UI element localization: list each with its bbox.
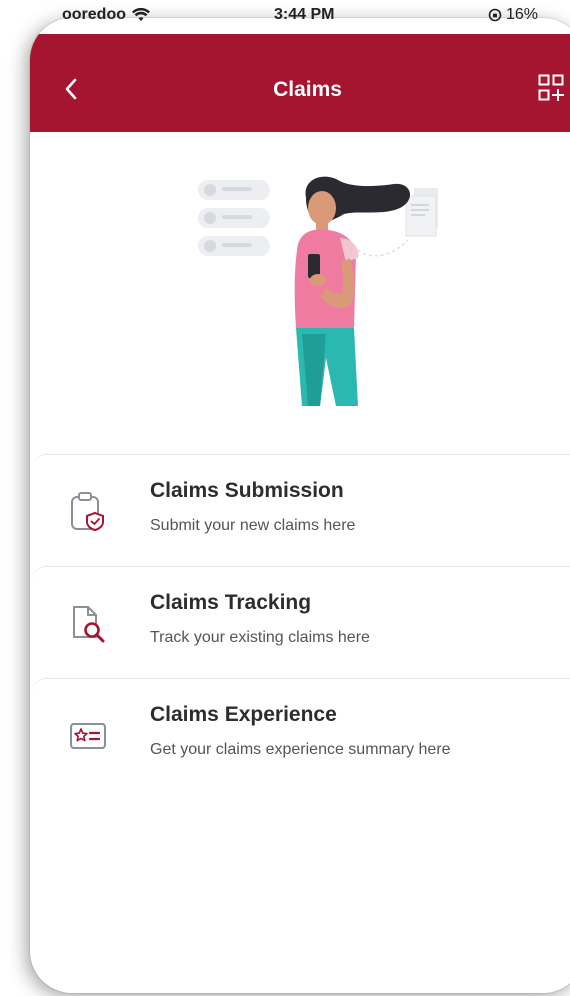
item-subtitle: Track your existing claims here: [150, 629, 370, 646]
item-title: Claims Tracking: [150, 591, 312, 614]
claims-tracking-item[interactable]: Claims Tracking Track your existing clai…: [32, 566, 570, 678]
app-header: Claims: [30, 34, 570, 132]
phone-frame: ooredoo 3:44 PM 16% Claims Claims Submis…: [0, 0, 570, 996]
claims-experience-item[interactable]: Claims Experience Get your claims experi…: [32, 678, 570, 790]
checklist-graphic: [198, 180, 270, 256]
status-battery: 16%: [488, 6, 538, 24]
item-subtitle: Get your claims experience summary here: [150, 741, 451, 758]
star-rating-card-icon: [70, 723, 106, 749]
claims-menu: Claims Submission Submit your new claims…: [32, 454, 570, 790]
document-search-icon: [73, 606, 105, 643]
wifi-icon: [132, 8, 150, 21]
add-widget-icon: [538, 74, 564, 101]
carrier-name: ooredoo: [62, 6, 126, 23]
status-time: 3:44 PM: [274, 6, 335, 23]
clipboard-shield-icon: [71, 492, 104, 531]
status-carrier: ooredoo: [62, 6, 150, 24]
status-bar: ooredoo 3:44 PM 16%: [0, 0, 570, 34]
item-title: Claims Submission: [150, 479, 344, 502]
item-title: Claims Experience: [150, 703, 337, 726]
battery-percent: 16%: [506, 6, 539, 23]
app-screen: Claims Claims Submission Submit your new…: [30, 18, 570, 993]
woman-figure: [294, 176, 411, 406]
claims-submission-item[interactable]: Claims Submission Submit your new claims…: [32, 454, 570, 566]
page-title: Claims: [273, 78, 342, 101]
add-widget-button[interactable]: [536, 72, 566, 104]
orientation-lock-icon: [488, 8, 502, 22]
item-subtitle: Submit your new claims here: [150, 517, 356, 534]
claims-illustration: [198, 176, 438, 406]
